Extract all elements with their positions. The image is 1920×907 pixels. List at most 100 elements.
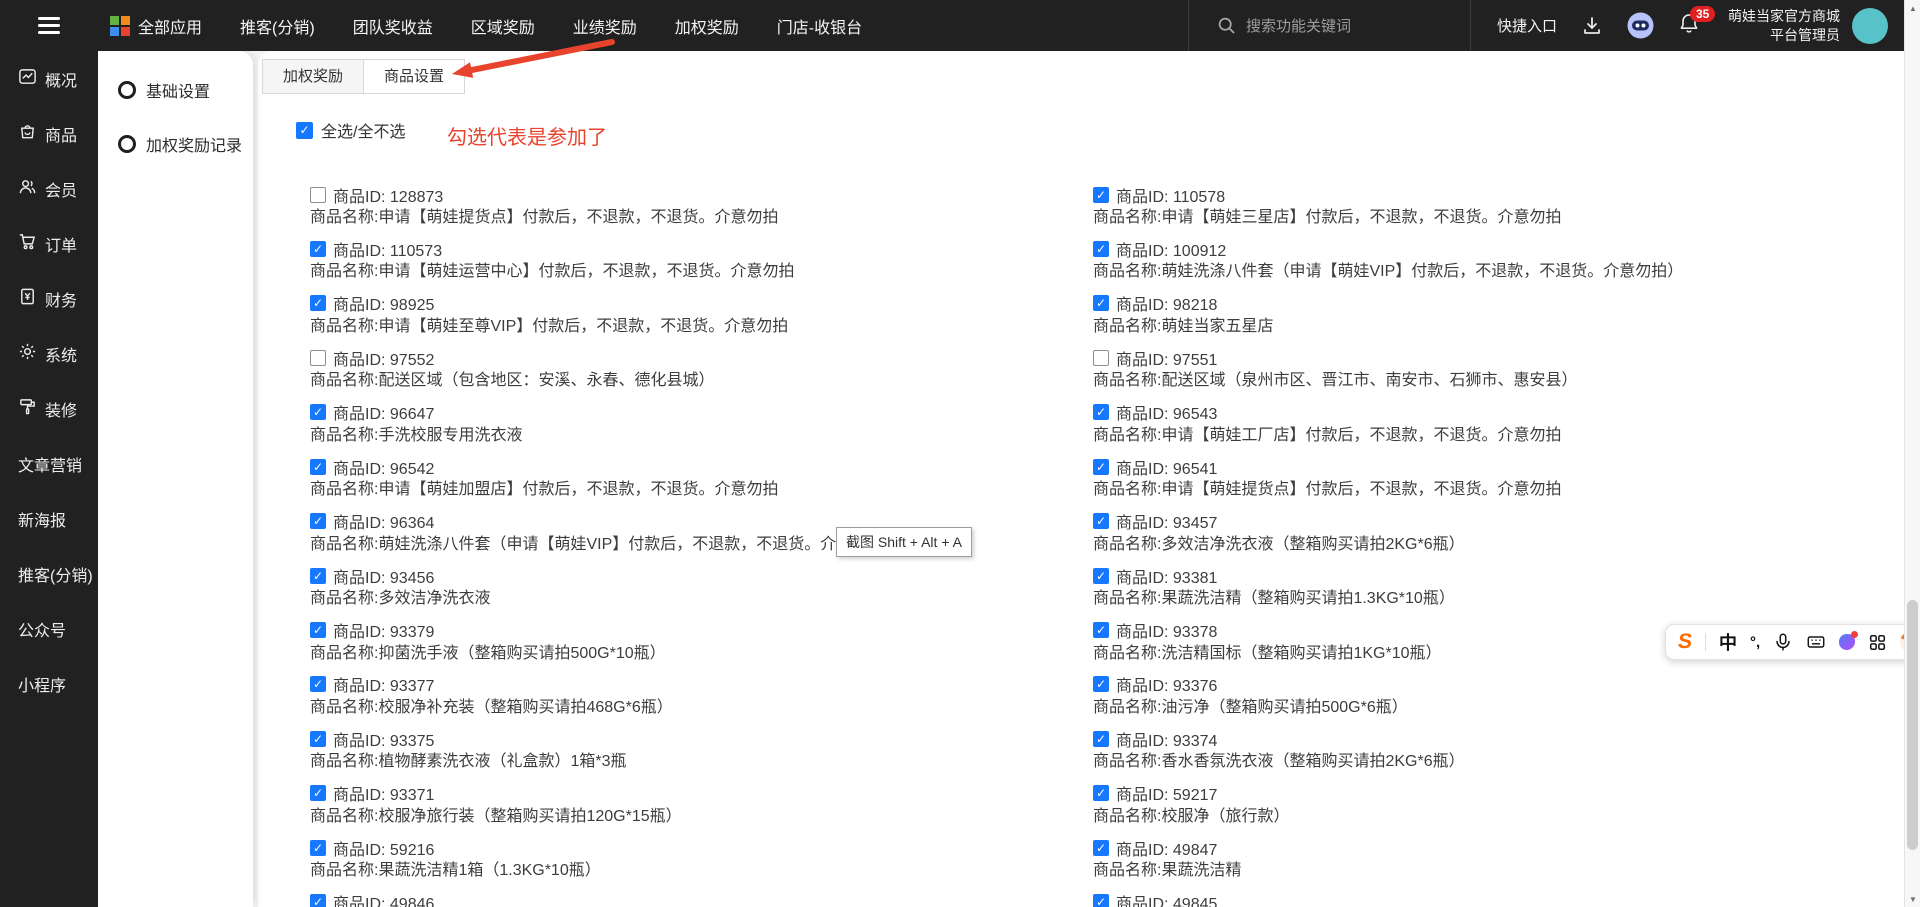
sidebar-item-1[interactable]: 商品 bbox=[0, 106, 98, 161]
submenu-item-0[interactable]: 基础设置 bbox=[98, 67, 253, 113]
product-checkbox[interactable] bbox=[1093, 568, 1109, 584]
sidebar-item-2[interactable]: 会员 bbox=[0, 161, 98, 216]
product-checkbox-row[interactable]: 商品ID: 98925 bbox=[310, 293, 1030, 314]
scroll-down-arrow[interactable]: ▼ bbox=[1905, 891, 1920, 907]
product-checkbox[interactable] bbox=[1093, 241, 1109, 257]
avatar[interactable] bbox=[1852, 8, 1888, 44]
scroll-up-arrow[interactable]: ▲ bbox=[1905, 0, 1920, 16]
tab-1[interactable]: 商品设置 bbox=[363, 60, 464, 93]
product-checkbox-row[interactable]: 商品ID: 110578 bbox=[1093, 184, 1813, 205]
product-checkbox[interactable] bbox=[1093, 350, 1109, 366]
page-scrollbar[interactable]: ▲ ▼ bbox=[1904, 0, 1920, 907]
sidebar-item-3[interactable]: 订单 bbox=[0, 216, 98, 271]
sidebar-item-5[interactable]: 系统 bbox=[0, 326, 98, 381]
top-menu-item[interactable]: 门店-收银台 bbox=[777, 14, 862, 38]
sogou-logo[interactable]: S bbox=[1676, 630, 1693, 654]
product-checkbox[interactable] bbox=[310, 459, 326, 475]
product-checkbox[interactable] bbox=[310, 840, 326, 856]
sidebar-item-6[interactable]: 装修 bbox=[0, 381, 98, 436]
product-checkbox[interactable] bbox=[1093, 459, 1109, 475]
product-checkbox[interactable] bbox=[310, 187, 326, 203]
product-checkbox-row[interactable]: 商品ID: 59216 bbox=[310, 837, 1030, 858]
product-checkbox[interactable] bbox=[1093, 894, 1109, 907]
product-checkbox[interactable] bbox=[310, 676, 326, 692]
product-item: 商品ID: 96541商品名称:申请【萌娃提货点】付款后，不退款，不退货。介意勿… bbox=[1093, 456, 1813, 510]
product-checkbox-row[interactable]: 商品ID: 93377 bbox=[310, 674, 1030, 695]
product-checkbox[interactable] bbox=[310, 350, 326, 366]
admin-console: 全部应用推客(分销)团队奖收益区域奖励业绩奖励加权奖励门店-收银台 搜索功能关键… bbox=[0, 0, 1920, 907]
product-checkbox[interactable] bbox=[310, 404, 326, 420]
product-checkbox[interactable] bbox=[310, 894, 326, 907]
product-checkbox-row[interactable]: 商品ID: 93379 bbox=[310, 620, 1030, 641]
top-menu-item[interactable]: 团队奖收益 bbox=[353, 14, 433, 38]
select-all-row[interactable]: 全选/全不选 bbox=[296, 118, 405, 142]
product-checkbox[interactable] bbox=[310, 568, 326, 584]
submenu-item-1[interactable]: 加权奖励记录 bbox=[98, 121, 253, 167]
product-checkbox[interactable] bbox=[1093, 731, 1109, 747]
product-checkbox-row[interactable]: 商品ID: 96647 bbox=[310, 402, 1030, 423]
tab-0[interactable]: 加权奖励 bbox=[263, 60, 363, 93]
product-checkbox-row[interactable]: 商品ID: 97551 bbox=[1093, 347, 1813, 368]
top-menu-item[interactable]: 全部应用 bbox=[110, 14, 202, 38]
sidebar-item-4[interactable]: 财务 bbox=[0, 271, 98, 326]
top-menu-item[interactable]: 加权奖励 bbox=[675, 14, 739, 38]
product-checkbox[interactable] bbox=[1093, 187, 1109, 203]
product-checkbox-row[interactable]: 商品ID: 93374 bbox=[1093, 728, 1813, 749]
product-checkbox-row[interactable]: 商品ID: 93456 bbox=[310, 565, 1030, 586]
skin-icon[interactable] bbox=[1839, 634, 1855, 650]
sidebar-item-10[interactable]: 公众号 bbox=[0, 601, 98, 656]
product-checkbox-row[interactable]: 商品ID: 93457 bbox=[1093, 511, 1813, 532]
search-input[interactable]: 搜索功能关键词 bbox=[1189, 15, 1470, 36]
sidebar-item-11[interactable]: 小程序 bbox=[0, 656, 98, 711]
select-all-checkbox[interactable] bbox=[296, 122, 313, 139]
keyboard-icon[interactable] bbox=[1806, 632, 1826, 652]
product-checkbox-row[interactable]: 商品ID: 93371 bbox=[310, 783, 1030, 804]
product-checkbox[interactable] bbox=[1093, 785, 1109, 801]
product-checkbox-row[interactable]: 商品ID: 97552 bbox=[310, 347, 1030, 368]
product-checkbox-row[interactable]: 商品ID: 49847 bbox=[1093, 837, 1813, 858]
download-button[interactable] bbox=[1581, 15, 1603, 37]
product-checkbox-row[interactable]: 商品ID: 49845 bbox=[1093, 892, 1813, 907]
microphone-icon[interactable] bbox=[1773, 632, 1793, 652]
product-checkbox[interactable] bbox=[1093, 676, 1109, 692]
punctuation-icon[interactable]: °, bbox=[1750, 634, 1760, 651]
sidebar-item-9[interactable]: 推客(分销) bbox=[0, 546, 98, 601]
product-checkbox-row[interactable]: 商品ID: 128873 bbox=[310, 184, 1030, 205]
chinese-mode-icon[interactable]: 中 bbox=[1719, 629, 1737, 655]
product-checkbox[interactable] bbox=[1093, 404, 1109, 420]
product-checkbox-row[interactable]: 商品ID: 96542 bbox=[310, 456, 1030, 477]
assistant-robot-button[interactable] bbox=[1627, 12, 1654, 39]
quick-entry-button[interactable]: 快捷入口 bbox=[1497, 15, 1557, 36]
product-checkbox-row[interactable]: 商品ID: 59217 bbox=[1093, 783, 1813, 804]
top-menu-item[interactable]: 推客(分销) bbox=[240, 14, 315, 38]
product-checkbox-row[interactable]: 商品ID: 93381 bbox=[1093, 565, 1813, 586]
top-menu-item[interactable]: 区域奖励 bbox=[471, 14, 535, 38]
sidebar-item-7[interactable]: 文章营销 bbox=[0, 436, 98, 491]
product-checkbox[interactable] bbox=[310, 622, 326, 638]
sidebar-item-8[interactable]: 新海报 bbox=[0, 491, 98, 546]
product-checkbox[interactable] bbox=[310, 513, 326, 529]
product-checkbox-row[interactable]: 商品ID: 110573 bbox=[310, 238, 1030, 259]
apps-grid-icon[interactable] bbox=[1868, 633, 1887, 652]
product-checkbox-row[interactable]: 商品ID: 96541 bbox=[1093, 456, 1813, 477]
product-checkbox-row[interactable]: 商品ID: 49846 bbox=[310, 892, 1030, 907]
product-checkbox-row[interactable]: 商品ID: 100912 bbox=[1093, 238, 1813, 259]
product-checkbox[interactable] bbox=[310, 785, 326, 801]
product-checkbox-row[interactable]: 商品ID: 98218 bbox=[1093, 293, 1813, 314]
scrollbar-thumb[interactable] bbox=[1907, 600, 1918, 850]
top-menu-item[interactable]: 业绩奖励 bbox=[573, 14, 637, 38]
product-checkbox[interactable] bbox=[310, 241, 326, 257]
product-checkbox[interactable] bbox=[1093, 622, 1109, 638]
product-checkbox-row[interactable]: 商品ID: 93375 bbox=[310, 728, 1030, 749]
product-checkbox[interactable] bbox=[310, 295, 326, 311]
product-checkbox[interactable] bbox=[1093, 295, 1109, 311]
sidebar-item-0[interactable]: 概况 bbox=[0, 51, 98, 106]
hamburger-menu-button[interactable] bbox=[0, 17, 98, 34]
product-checkbox-row[interactable]: 商品ID: 96543 bbox=[1093, 402, 1813, 423]
product-checkbox[interactable] bbox=[1093, 840, 1109, 856]
product-checkbox-row[interactable]: 商品ID: 93376 bbox=[1093, 674, 1813, 695]
notifications-button[interactable]: 35 bbox=[1678, 12, 1700, 39]
product-checkbox[interactable] bbox=[310, 731, 326, 747]
product-checkbox[interactable] bbox=[1093, 513, 1109, 529]
account-info: 萌娃当家官方商城 平台管理员 bbox=[1728, 7, 1840, 45]
